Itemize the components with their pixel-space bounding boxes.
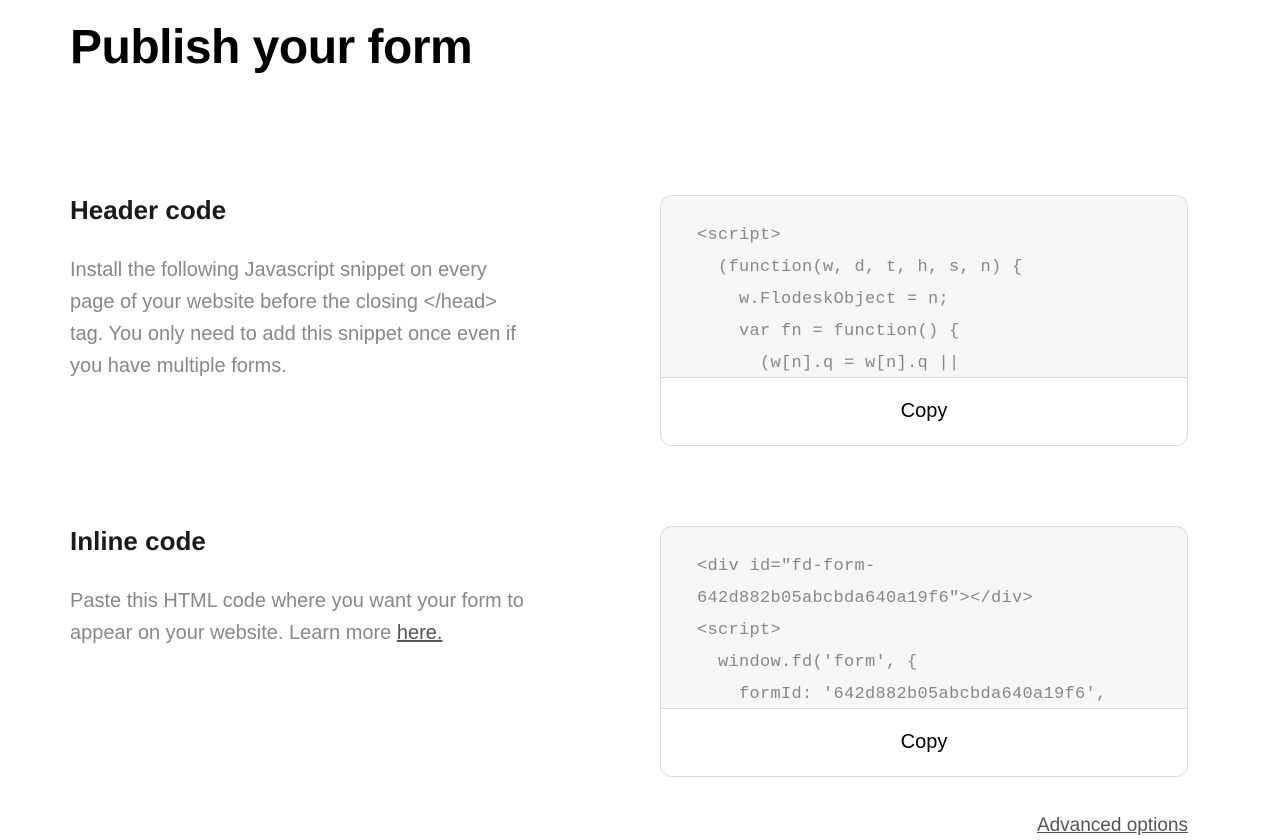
inline-code-description-text: Paste this HTML code where you want your… <box>70 590 524 644</box>
header-code-section: Header code Install the following Javasc… <box>70 195 1210 446</box>
header-code-copy-button[interactable]: Copy <box>661 378 1187 445</box>
page-title: Publish your form <box>70 20 1210 75</box>
inline-code-box: <div id="fd-form- 642d882b05abcbda640a19… <box>660 526 1188 777</box>
inline-code-section: Inline code Paste this HTML code where y… <box>70 526 1210 837</box>
header-code-box: <script> (function(w, d, t, h, s, n) { w… <box>660 195 1188 446</box>
inline-code-description: Paste this HTML code where you want your… <box>70 585 530 649</box>
advanced-options-link[interactable]: Advanced options <box>1037 815 1188 836</box>
inline-code-copy-button[interactable]: Copy <box>661 709 1187 776</box>
header-code-content: <script> (function(w, d, t, h, s, n) { w… <box>661 196 1187 378</box>
header-code-title: Header code <box>70 195 530 226</box>
inline-code-learn-more-link[interactable]: here. <box>397 622 443 644</box>
inline-code-title: Inline code <box>70 526 530 557</box>
header-code-description: Install the following Javascript snippet… <box>70 254 530 382</box>
inline-code-content: <div id="fd-form- 642d882b05abcbda640a19… <box>661 527 1187 709</box>
